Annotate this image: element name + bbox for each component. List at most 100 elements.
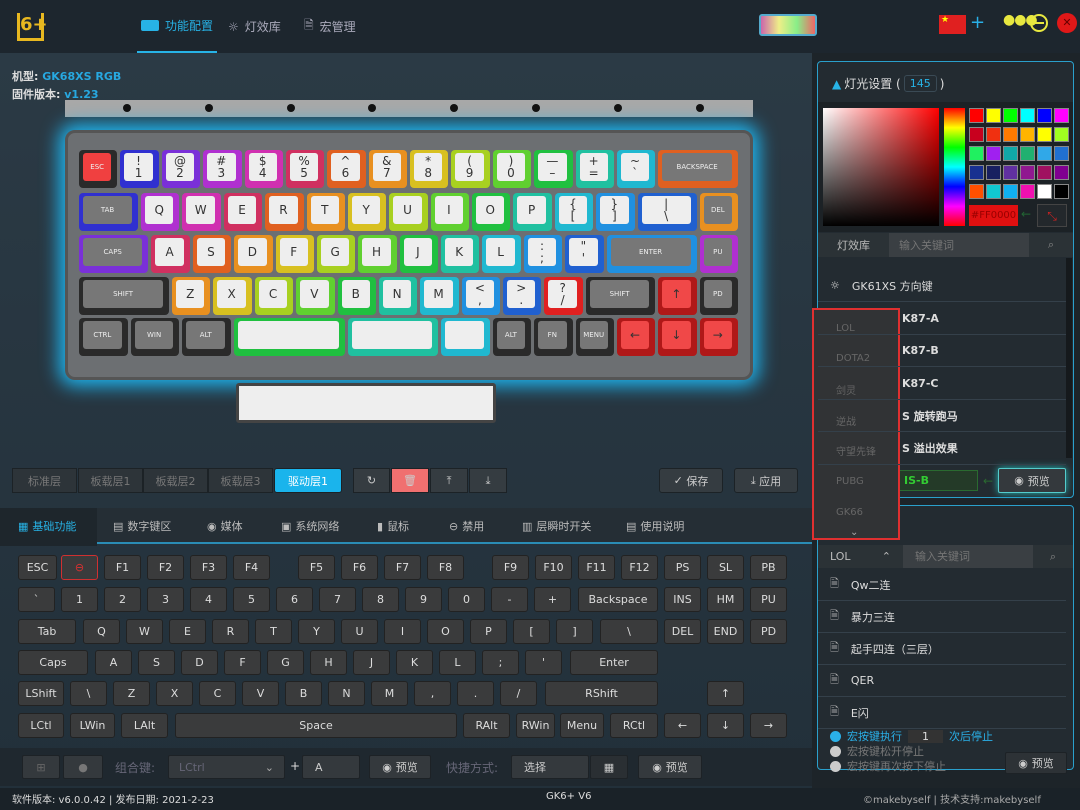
hex-input[interactable]: #FF0000	[969, 205, 1018, 226]
modifier-select[interactable]: LCtrl ⌄	[168, 755, 285, 779]
visual-key[interactable]: O	[472, 193, 511, 231]
color-swatch[interactable]	[986, 146, 1001, 161]
visual-key[interactable]: D	[234, 235, 273, 273]
key-button[interactable]: 2	[104, 587, 141, 612]
visual-key[interactable]	[441, 318, 490, 356]
visual-key[interactable]: ↑	[658, 277, 697, 315]
saturation-picker[interactable]	[823, 108, 939, 226]
key-button[interactable]: F2	[147, 555, 184, 580]
color-swatch[interactable]	[1037, 108, 1052, 123]
key-button[interactable]: PU	[750, 587, 787, 612]
visual-key[interactable]: Z	[172, 277, 211, 315]
key-button[interactable]: END	[707, 619, 744, 644]
key-button[interactable]: PD	[750, 619, 787, 644]
dropdown-option[interactable]: GK66	[818, 497, 898, 527]
grid-button[interactable]: ▦	[590, 755, 628, 779]
function-tab[interactable]: ▣ 系统网络	[281, 508, 339, 544]
color-swatch[interactable]	[1037, 165, 1052, 180]
key-button[interactable]: →	[750, 713, 787, 738]
function-tab[interactable]: ◉ 媒体	[207, 508, 243, 544]
option-press-again-stop[interactable]: 宏按键再次按下停止	[830, 758, 946, 774]
key-button[interactable]: 3	[147, 587, 184, 612]
function-tab[interactable]: ▥ 层瞬时开关	[522, 508, 591, 544]
visual-key[interactable]	[234, 318, 345, 356]
tab-macro-manager[interactable]: 🗎 宏管理	[304, 0, 356, 53]
visual-key[interactable]: ) 0	[492, 150, 532, 188]
visual-key[interactable]: ENTER	[606, 235, 697, 273]
color-swatch[interactable]	[969, 127, 984, 142]
color-swatch[interactable]	[969, 184, 984, 199]
color-swatch[interactable]	[969, 146, 984, 161]
key-button[interactable]: F1	[104, 555, 141, 580]
layer-tab[interactable]: 板载层3	[208, 468, 273, 493]
color-swatch[interactable]	[1054, 146, 1069, 161]
dropdown-option[interactable]: DOTA2	[818, 344, 898, 374]
key-button[interactable]: 5	[233, 587, 270, 612]
visual-key[interactable]: PD	[699, 277, 738, 315]
color-swatch[interactable]	[1003, 108, 1018, 123]
key-button[interactable]: /	[500, 681, 537, 706]
color-swatch[interactable]	[1003, 184, 1018, 199]
visual-key[interactable]: @ 2	[161, 150, 201, 188]
key-button[interactable]: U	[341, 619, 378, 644]
key-button[interactable]: RCtl	[610, 713, 658, 738]
color-swatch[interactable]	[1037, 127, 1052, 142]
layer-tab[interactable]: 标准层	[12, 468, 77, 493]
key-button[interactable]: '	[525, 650, 562, 675]
visual-key[interactable]: SHIFT	[79, 277, 170, 315]
key-button[interactable]: ↓	[707, 713, 744, 738]
key-button[interactable]: \	[600, 619, 658, 644]
visual-key[interactable]: SHIFT	[585, 277, 656, 315]
key-button[interactable]: F5	[298, 555, 335, 580]
key-button[interactable]: 6	[276, 587, 313, 612]
shortcut-select[interactable]: 选择	[511, 755, 589, 779]
key-button[interactable]: F12	[621, 555, 658, 580]
function-tab[interactable]: ▮ 鼠标	[377, 508, 409, 544]
function-tab[interactable]: ⊖ 禁用	[449, 508, 484, 544]
dropdown-option[interactable]: 逆战	[818, 405, 898, 435]
macro-item[interactable]: 🗎 起手四连（三层）	[818, 633, 1066, 665]
visual-key[interactable]: > .	[503, 277, 542, 315]
tab-function-config[interactable]: 功能配置	[137, 0, 218, 53]
visual-key[interactable]: K	[441, 235, 480, 273]
option-release-stop[interactable]: 宏按键松开停止	[830, 743, 924, 759]
macro-item[interactable]: 🗎 QER	[818, 665, 1066, 697]
visual-key[interactable]: J	[399, 235, 439, 273]
key-button[interactable]: G	[267, 650, 304, 675]
function-tab[interactable]: ▦ 基础功能	[18, 508, 76, 544]
chevron-down-icon[interactable]: ⌄	[850, 527, 858, 538]
visual-key[interactable]: ↓	[658, 318, 697, 356]
macro-item[interactable]: 🗎 Qw二连	[818, 569, 1066, 601]
key-button[interactable]: INS	[664, 587, 701, 612]
key-button[interactable]: Q	[83, 619, 120, 644]
key-button[interactable]: E	[169, 619, 206, 644]
macro-item[interactable]: 🗎 E闪	[818, 697, 1066, 729]
key-button[interactable]: [	[513, 619, 550, 644]
tab-light-library[interactable]: ☼ 灯效库	[228, 0, 281, 53]
key-button[interactable]: 9	[405, 587, 442, 612]
key-button[interactable]: Caps	[18, 650, 88, 675]
key-button[interactable]: Space	[175, 713, 457, 738]
color-swatch[interactable]	[1003, 165, 1018, 180]
color-swatch[interactable]	[1020, 108, 1035, 123]
visual-key[interactable]: P	[513, 193, 552, 231]
combo-key-input[interactable]: A	[302, 755, 360, 779]
key-button[interactable]: RShift	[545, 681, 658, 706]
key-button[interactable]: F9	[492, 555, 529, 580]
key-button[interactable]: LShift	[18, 681, 64, 706]
key-button[interactable]: ESC	[18, 555, 57, 580]
apple-button[interactable]: ●	[63, 755, 103, 779]
visual-key[interactable]: ? /	[544, 277, 583, 315]
key-button[interactable]: J	[353, 650, 390, 675]
key-button[interactable]: V	[242, 681, 279, 706]
visual-key[interactable]: { [	[554, 193, 594, 231]
key-button[interactable]: +	[534, 587, 571, 612]
key-button[interactable]: N	[328, 681, 365, 706]
key-button[interactable]: ←	[664, 713, 701, 738]
visual-key[interactable]: B	[337, 277, 376, 315]
scrollbar[interactable]	[1066, 258, 1072, 458]
option-run-count[interactable]: 宏按键执行 1 次后停止	[830, 728, 993, 744]
visual-key[interactable]: ^ 6	[327, 150, 366, 188]
color-swatch[interactable]	[969, 165, 984, 180]
visual-key[interactable]: Q	[141, 193, 180, 231]
